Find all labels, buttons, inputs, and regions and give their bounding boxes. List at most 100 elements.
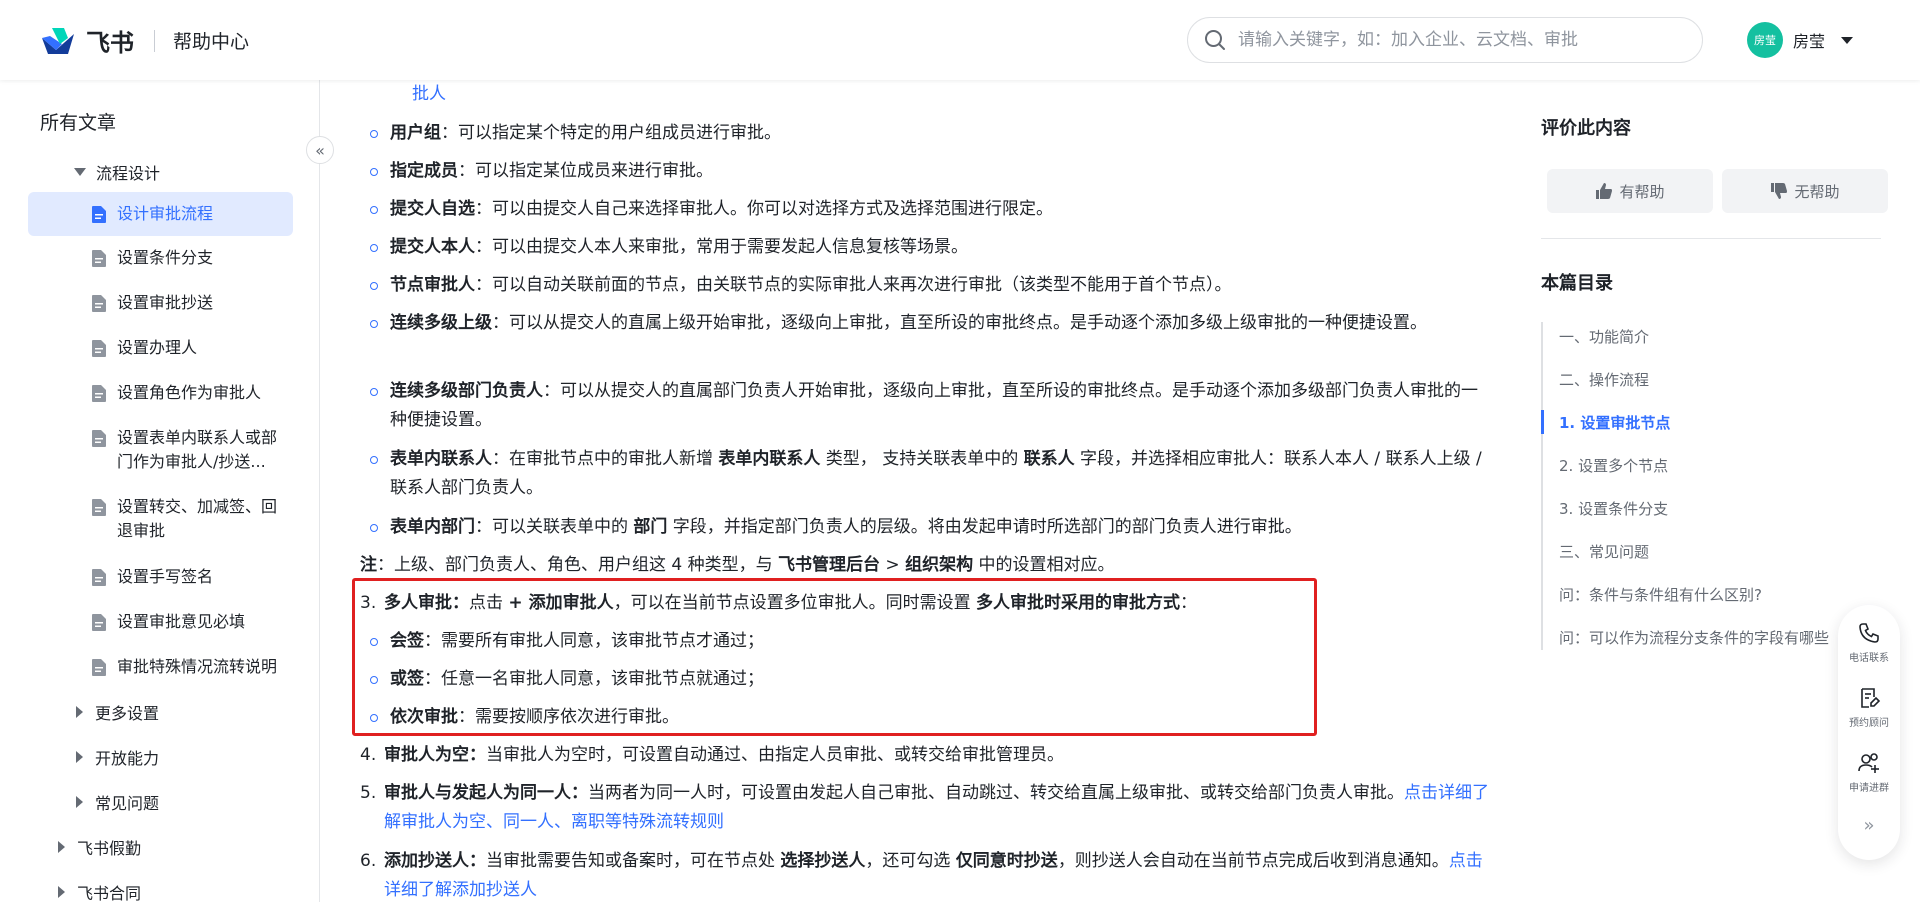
term: 提交人本人 <box>390 237 475 257</box>
user-menu[interactable]: 房莹 房莹 <box>1747 22 1854 58</box>
rate-content-title: 评价此内容 <box>1541 118 1631 139</box>
toc-item[interactable]: 二、操作流程 <box>1559 369 1649 390</box>
term: 表单内联系人 <box>390 449 492 469</box>
sidebar-item-label: 设置手写签名 <box>117 567 214 586</box>
book-advisor-button[interactable]: 预约顾问 <box>1838 686 1900 729</box>
desc: > <box>880 555 906 575</box>
feishu-logo[interactable]: 飞书 帮助中心 <box>38 23 249 58</box>
search-icon <box>1205 30 1225 50</box>
desc: 当审批人为空时，可设置自动通过、由指定人员审批、或转交给审批管理员。 <box>486 745 1064 765</box>
sidebar-group-label: 飞书假勤 <box>77 839 142 858</box>
toc-item[interactable]: 一、功能简介 <box>1559 326 1649 347</box>
toc-item[interactable]: 三、常见问题 <box>1559 541 1649 562</box>
sidebar-item-label: 设计审批流程 <box>117 204 214 223</box>
list-item: 提交人本人：可以由提交人本人来审批，常用于需要发起人信息复核等场景。 <box>370 233 1520 262</box>
all-articles-heading[interactable]: 所有文章 <box>40 108 116 135</box>
help-center-title[interactable]: 帮助中心 <box>173 27 249 54</box>
desc: ：可以由提交人自己来选择审批人。你可以对选择方式及选择范围进行限定。 <box>475 199 1053 219</box>
numbered-item-4: 4. 审批人为空：当审批人为空时，可设置自动通过、由指定人员审批、或转交给审批管… <box>360 741 1520 770</box>
term: 节点审批人 <box>390 275 475 295</box>
float-label: 申请进群 <box>1849 783 1889 794</box>
sidebar-item-form-contact[interactable]: 设置表单内联系人或部门作为审批人/抄送... <box>28 426 293 474</box>
caret-right-icon <box>76 706 83 718</box>
term: 组织架构 <box>905 555 974 575</box>
sidebar-item-condition-branch[interactable]: 设置条件分支 <box>28 246 293 270</box>
desc: ：可以指定某位成员来进行审批。 <box>458 161 713 181</box>
search-input[interactable] <box>1238 30 1678 50</box>
term: 指定成员 <box>390 161 458 181</box>
term: 审批人与发起人为同一人： <box>384 783 588 803</box>
expand-float-button[interactable]: » <box>1838 815 1900 836</box>
list-item: 表单内联系人：在审批节点中的审批人新增 表单内联系人 类型， 支持关联表单中的 … <box>370 445 1490 503</box>
search-box[interactable] <box>1187 17 1703 63</box>
sidebar-group-label: 流程设计 <box>96 164 161 183</box>
term: 联系人 <box>1023 449 1075 469</box>
toc-item-active[interactable]: 1. 设置审批节点 <box>1559 412 1670 433</box>
sidebar-item-label: 设置条件分支 <box>117 248 214 267</box>
document-icon <box>92 206 106 223</box>
approver-link-fragment[interactable]: 批人 <box>412 80 446 109</box>
helpful-button[interactable]: 有帮助 <box>1547 169 1713 213</box>
unhelpful-button[interactable]: 无帮助 <box>1722 169 1888 213</box>
sidebar-group-label: 更多设置 <box>95 704 160 723</box>
sidebar-item-transfer[interactable]: 设置转交、加减签、回退审批 <box>28 495 293 543</box>
sidebar-group-attendance[interactable]: 飞书假勤 <box>58 835 141 859</box>
floating-contact-bar: 电话联系 预约顾问 申请进群 » <box>1838 605 1900 860</box>
list-item: 连续多级上级：可以从提交人的直属上级开始审批，逐级向上审批，直至所设的审批终点。… <box>370 309 1490 338</box>
term: 连续多级部门负责人 <box>390 381 543 401</box>
brand-name: 飞书 <box>86 29 134 57</box>
sidebar-group-open-capability[interactable]: 开放能力 <box>76 745 159 769</box>
chevron-down-icon[interactable] <box>1841 36 1854 44</box>
sidebar-group-label: 飞书合同 <box>77 884 142 902</box>
desc: 字段，并指定部门负责人的层级。将由发起申请时所选部门的部门负责人进行审批。 <box>667 517 1302 537</box>
sidebar: 所有文章 流程设计 设计审批流程 设置条件分支 设置审批抄送 设置办理人 设置角… <box>0 80 320 902</box>
desc: ，还可勾选 <box>865 851 956 871</box>
sidebar-item-label: 设置转交、加减签、回退审批 <box>117 497 278 540</box>
sidebar-item-label: 设置办理人 <box>117 338 198 357</box>
collapse-sidebar-button[interactable]: « <box>306 136 334 164</box>
item-number: 5. <box>360 783 377 803</box>
term: 飞书管理后台 <box>778 555 881 575</box>
document-icon <box>92 569 106 586</box>
sidebar-item-handler[interactable]: 设置办理人 <box>28 336 293 360</box>
list-item: 提交人自选：可以由提交人自己来选择审批人。你可以对选择方式及选择范围进行限定。 <box>370 195 1520 224</box>
toc-item[interactable]: 问：条件与条件组有什么区别? <box>1559 584 1762 605</box>
sidebar-group-contract[interactable]: 飞书合同 <box>58 880 141 902</box>
note-paragraph: 注：上级、部门负责人、角色、用户组这 4 种类型，与 飞书管理后台 > 组织架构… <box>360 551 1510 580</box>
phone-contact-button[interactable]: 电话联系 <box>1838 621 1900 664</box>
sidebar-item-signature[interactable]: 设置手写签名 <box>28 565 293 589</box>
sidebar-item-comment-required[interactable]: 设置审批意见必填 <box>28 610 293 634</box>
avatar[interactable]: 房莹 <box>1747 22 1783 58</box>
term: 审批人为空： <box>384 745 486 765</box>
user-name[interactable]: 房莹 <box>1793 28 1825 52</box>
sidebar-item-label: 设置角色作为审批人 <box>117 383 262 402</box>
term: 部门 <box>633 517 668 537</box>
sidebar-group-more-settings[interactable]: 更多设置 <box>76 700 159 724</box>
note-label: 注 <box>360 555 377 575</box>
desc: 当审批需要告知或备案时，可在节点处 <box>486 851 781 871</box>
term: 用户组 <box>390 123 441 143</box>
sidebar-group-process-design[interactable]: 流程设计 <box>74 160 160 184</box>
document-icon <box>92 250 106 267</box>
document-icon <box>92 295 106 312</box>
sidebar-item-role-approver[interactable]: 设置角色作为审批人 <box>28 381 293 405</box>
sidebar-item-label: 设置审批意见必填 <box>117 612 246 631</box>
sidebar-group-faq[interactable]: 常见问题 <box>76 790 159 814</box>
join-group-button[interactable]: 申请进群 <box>1838 751 1900 794</box>
add-user-icon <box>1858 753 1879 773</box>
table-of-contents: 一、功能简介 二、操作流程 1. 设置审批节点 2. 设置多个节点 3. 设置条… <box>1541 322 1881 650</box>
sidebar-item-cc[interactable]: 设置审批抄送 <box>28 291 293 315</box>
toc-item[interactable]: 3. 设置条件分支 <box>1559 498 1668 519</box>
sidebar-item-special-cases[interactable]: 审批特殊情况流转说明 <box>28 655 293 679</box>
list-item: 节点审批人：可以自动关联前面的节点，由关联节点的实际审批人来再次进行审批（该类型… <box>370 271 1520 300</box>
header-divider <box>154 29 155 52</box>
highlight-annotation-box <box>352 578 1317 736</box>
desc: ：可以由提交人本人来审批，常用于需要发起人信息复核等场景。 <box>475 237 968 257</box>
divider <box>1541 238 1881 239</box>
term: 连续多级上级 <box>390 313 492 333</box>
toc-item[interactable]: 问：可以作为流程分支条件的字段有哪些 <box>1559 627 1879 648</box>
caret-down-icon <box>74 168 86 176</box>
top-header: 飞书 帮助中心 房莹 房莹 <box>0 0 1920 80</box>
sidebar-item-design-approval-flow[interactable]: 设计审批流程 <box>28 192 293 236</box>
toc-item[interactable]: 2. 设置多个节点 <box>1559 455 1668 476</box>
